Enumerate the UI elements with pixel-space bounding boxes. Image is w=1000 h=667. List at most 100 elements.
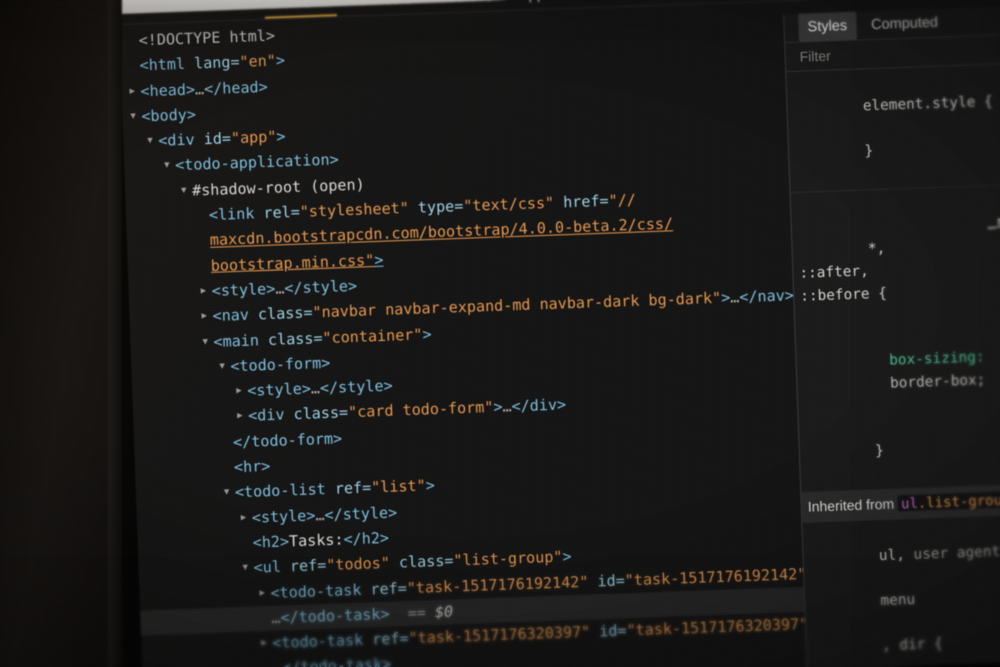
expand-triangle-open-icon[interactable] xyxy=(164,154,176,180)
rule-close-brace: } xyxy=(874,442,885,460)
inherited-element-class[interactable]: .list-group xyxy=(918,492,1000,511)
dom-token-attr: id= xyxy=(588,570,626,591)
dom-token-tag: > xyxy=(425,476,436,495)
inherited-label: Inherited from xyxy=(807,495,895,515)
no-triangle-icon xyxy=(127,28,139,54)
dom-token-val: "// xyxy=(608,190,637,210)
dom-token-attr: id= xyxy=(203,129,232,149)
no-triangle-icon xyxy=(260,606,272,632)
dom-token-tag: <style> xyxy=(211,279,276,300)
dom-token-attr: class= xyxy=(257,303,313,324)
dom-token-val: "task-1517176320397" xyxy=(408,622,591,648)
no-triangle-icon xyxy=(222,430,234,456)
dom-token-val: "task-1517176320397" xyxy=(626,615,809,640)
expand-triangle-closed-icon[interactable] xyxy=(240,505,252,531)
declaration-property[interactable]: box-sizing: xyxy=(889,349,985,368)
rule-selector: *, ::after, ::before { xyxy=(799,240,888,305)
rule-element-style[interactable]: element.style { } xyxy=(786,61,1000,193)
dom-token-tag: <todo-form> xyxy=(230,353,331,376)
dom-token-tag: > xyxy=(275,51,286,70)
ua-selector-part2: menu xyxy=(880,591,916,610)
dom-token-tag: </style> xyxy=(324,503,398,524)
dom-token-tag: </h2> xyxy=(343,528,390,549)
dom-token-attr: id= xyxy=(589,621,627,641)
dom-token-val: bootstrap.min.css" xyxy=(210,250,375,275)
styles-tab-computed[interactable]: Computed xyxy=(862,8,948,40)
dom-token-eq0: == xyxy=(389,603,436,623)
dom-token-tag: <todo-list xyxy=(234,480,336,502)
dom-token-val: "en" xyxy=(239,51,277,72)
no-triangle-icon xyxy=(199,254,211,280)
rule-source-link[interactable]: _reboot.scss xyxy=(987,208,1000,234)
dom-token-tag: > xyxy=(562,547,572,566)
no-triangle-icon xyxy=(198,203,210,229)
dom-token-val: "container" xyxy=(322,325,423,347)
rule-user-agent-ul[interactable]: ul, user agent stylesheet menu , dir { d… xyxy=(802,511,1000,667)
dom-token-shadow: #shadow-root (open) xyxy=(191,175,365,200)
rule-selector: element.style { xyxy=(862,93,993,114)
dom-token-attr: ref= xyxy=(370,578,408,599)
expand-triangle-closed-icon[interactable] xyxy=(261,631,273,657)
expand-triangle-open-icon[interactable] xyxy=(242,556,254,582)
dom-token-val: "stylesheet" xyxy=(299,198,410,221)
dom-token-attr: class= xyxy=(293,403,349,424)
dom-token-val: "list-group" xyxy=(453,547,563,570)
dom-token-tag: <link xyxy=(208,204,264,225)
no-triangle-icon xyxy=(198,228,210,254)
inherited-element-tag[interactable]: ul xyxy=(901,496,918,513)
expand-triangle-open-icon[interactable] xyxy=(181,178,193,204)
dom-token-val: "list" xyxy=(370,476,426,497)
dom-token-val: "task-1517176192142" xyxy=(624,564,807,589)
dom-token-attr: ref= xyxy=(371,629,409,649)
expand-triangle-open-icon[interactable] xyxy=(130,104,142,130)
dom-token-tag: <style> xyxy=(251,506,316,527)
expand-triangle-open-icon[interactable] xyxy=(223,480,235,506)
dom-token-txt: Tasks: xyxy=(288,530,344,551)
rule-reboot-universal[interactable]: _reboot.scss *, ::after, ::before { box-… xyxy=(790,181,1000,493)
dom-token-tag: > xyxy=(422,324,432,344)
expand-triangle-closed-icon[interactable] xyxy=(259,580,271,606)
expand-triangle-closed-icon[interactable] xyxy=(200,279,212,305)
dom-token-tag: <html xyxy=(139,54,195,75)
dom-token-tag: <h2> xyxy=(252,532,290,552)
dom-token-attr: type= xyxy=(408,197,464,217)
styles-tab-styles[interactable]: Styles xyxy=(798,11,857,42)
dom-token-tag: <hr> xyxy=(233,457,271,477)
dom-token-doct: <!DOCTYPE html> xyxy=(138,26,276,50)
expand-triangle-open-icon[interactable] xyxy=(147,129,159,155)
declaration-value[interactable]: border-box; xyxy=(890,372,986,391)
no-triangle-icon xyxy=(128,54,140,80)
dom-token-tag: <body> xyxy=(141,105,197,126)
dom-token-attr: href= xyxy=(553,191,609,212)
styles-filter-input[interactable]: Filter xyxy=(799,44,831,68)
dom-token-tag: </todo-task> xyxy=(280,604,390,627)
dom-token-tag: </nav> xyxy=(739,286,795,307)
no-triangle-icon xyxy=(241,530,253,556)
dom-token-tag: <ul xyxy=(253,557,291,577)
expand-triangle-closed-icon[interactable] xyxy=(201,304,213,330)
dom-token-val: "card todo-form" xyxy=(347,398,494,422)
no-triangle-icon xyxy=(223,455,235,481)
dom-token-val: "text/css" xyxy=(462,193,555,216)
monitor-bezel xyxy=(0,0,118,667)
dom-token-attr: ref= xyxy=(334,478,372,499)
screenshot-stage: ElementsConsoleSourcesApplicationNetwork… xyxy=(0,0,1000,667)
dom-token-attr: lang= xyxy=(193,53,240,73)
expand-triangle-closed-icon[interactable] xyxy=(236,379,248,405)
expand-triangle-open-icon[interactable] xyxy=(219,354,231,380)
no-triangle-icon xyxy=(262,656,274,667)
expand-triangle-closed-icon[interactable] xyxy=(237,404,249,430)
expand-triangle-closed-icon[interactable] xyxy=(129,79,141,105)
dom-token-attr: ref= xyxy=(289,556,327,576)
dom-token-val: "task-1517176192142" xyxy=(406,572,589,597)
dom-token-val: "todos" xyxy=(325,554,391,575)
dom-token-tag: > xyxy=(276,127,286,146)
dom-token-dollar: $0 xyxy=(434,602,454,622)
dom-token-tag: <div xyxy=(157,130,205,150)
dom-token-val: "app" xyxy=(230,127,277,148)
expand-triangle-open-icon[interactable] xyxy=(202,329,214,355)
dom-token-tag: </todo-task> xyxy=(281,655,392,667)
monitor-bezel-edge xyxy=(108,0,122,667)
dom-token-tag: </style> xyxy=(284,276,358,298)
dom-token-tag: </div> xyxy=(511,395,567,416)
